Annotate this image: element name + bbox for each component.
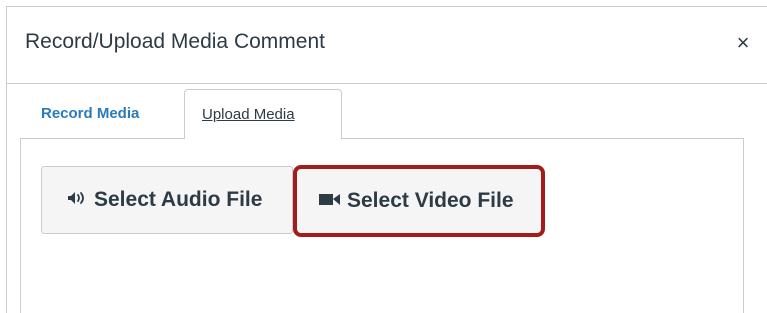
- media-tabs: Record Media Upload Media: [20, 89, 767, 139]
- tab-upload-media[interactable]: Upload Media: [184, 89, 342, 139]
- select-video-file-label: Select Video File: [347, 189, 514, 212]
- tab-record-media[interactable]: Record Media: [20, 89, 180, 138]
- video-camera-icon: [317, 189, 343, 213]
- tab-record-media-label: Record Media: [41, 105, 140, 122]
- select-video-file-button[interactable]: Select Video File: [293, 165, 545, 237]
- upload-media-panel: Select Audio File Select Video File: [20, 138, 744, 313]
- select-audio-file-label: Select Audio File: [94, 188, 263, 211]
- dialog-title: Record/Upload Media Comment: [25, 30, 325, 53]
- select-audio-file-button[interactable]: Select Audio File: [41, 166, 293, 234]
- speaker-icon: [66, 188, 90, 212]
- tab-upload-media-label: Upload Media: [202, 106, 295, 123]
- dialog-header: Record/Upload Media Comment ×: [7, 7, 767, 84]
- close-button[interactable]: ×: [731, 29, 755, 57]
